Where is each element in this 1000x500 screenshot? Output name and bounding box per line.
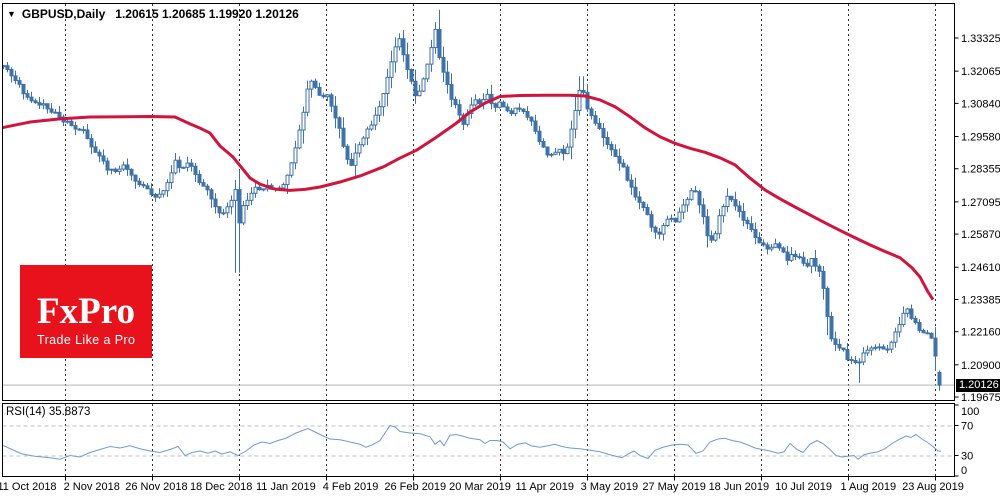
price-tick-label: 1.22160 (961, 327, 1000, 339)
current-price-badge: 1.20126 (956, 379, 1000, 392)
price-tick-label: 1.24610 (961, 262, 1000, 274)
fxpro-logo-text: FxPro (37, 295, 152, 329)
price-tick-label: 1.33325 (961, 33, 1000, 45)
date-tick-label: 4 Feb 2019 (323, 481, 379, 493)
price-tick-label: 1.29580 (961, 132, 1000, 144)
chevron-down-icon[interactable]: ▼ (7, 9, 16, 19)
date-tick-label: 23 Aug 2019 (902, 481, 964, 493)
price-tick-label: 1.28355 (961, 164, 1000, 176)
price-tick-label: 1.25870 (961, 229, 1000, 241)
fxpro-tagline: Trade Like a Pro (37, 333, 152, 347)
date-tick-label: 11 Apr 2019 (515, 481, 574, 493)
date-tick-label: 26 Feb 2019 (384, 481, 446, 493)
trading-chart-window: 1.33325 1.32065 1.30840 1.29580 1.28355 1.270… (0, 0, 1000, 500)
date-tick-label: 18 Jun 2019 (709, 481, 770, 493)
rsi-axis: 100 70 30 0 (955, 405, 980, 477)
price-tick-label: 1.27095 (961, 197, 1000, 209)
rsi-tick-label: 0 (961, 465, 967, 477)
rsi-tick-label: 30 (961, 451, 973, 463)
date-tick-label: 27 May 2019 (642, 481, 706, 493)
price-tick-label: 1.30840 (961, 98, 1000, 110)
rsi-tick-label: 100 (961, 406, 979, 418)
ohlc-values: 1.20615 1.20685 1.19920 1.20126 (115, 7, 299, 21)
rsi-line (2, 426, 941, 460)
chart-title: ▼ GBPUSD,Daily 1.20615 1.20685 1.19920 1.2… (7, 7, 299, 21)
date-tick-label: 1 Aug 2019 (840, 481, 896, 493)
price-axis: 1.33325 1.32065 1.30840 1.29580 1.28355 1.270… (955, 33, 1000, 404)
date-tick-label: 3 May 2019 (581, 481, 638, 493)
date-tick-label: 26 Nov 2018 (125, 481, 187, 493)
date-tick-label: 20 Mar 2019 (449, 481, 511, 493)
price-tick-label: 1.20900 (961, 360, 1000, 372)
date-tick-label: 2 Nov 2018 (64, 481, 120, 493)
rsi-tick-label: 70 (961, 421, 973, 433)
price-tick-label: 1.32065 (961, 66, 1000, 78)
price-tick-label: 1.23385 (961, 294, 1000, 306)
date-axis[interactable]: 11 Oct 2018 2 Nov 2018 26 Nov 201818 Dec 2… (0, 477, 964, 494)
date-tick-label: 11 Jan 2019 (256, 481, 316, 493)
price-tick-label: 1.19675 (961, 392, 1000, 404)
chart-canvas[interactable]: 1.33325 1.32065 1.30840 1.29580 1.28355 1.270… (0, 0, 1000, 500)
date-tick-label: 11 Oct 2018 (0, 481, 57, 493)
date-tick-label: 10 Jul 2019 (775, 481, 832, 493)
date-tick-label: 18 Dec 2018 (190, 481, 252, 493)
fxpro-logo: FxPro Trade Like a Pro (20, 265, 152, 358)
rsi-indicator-label: RSI(14) 35.8873 (6, 406, 90, 418)
symbol-period-label: GBPUSD,Daily (22, 7, 105, 21)
grid-lines (66, 4, 936, 476)
